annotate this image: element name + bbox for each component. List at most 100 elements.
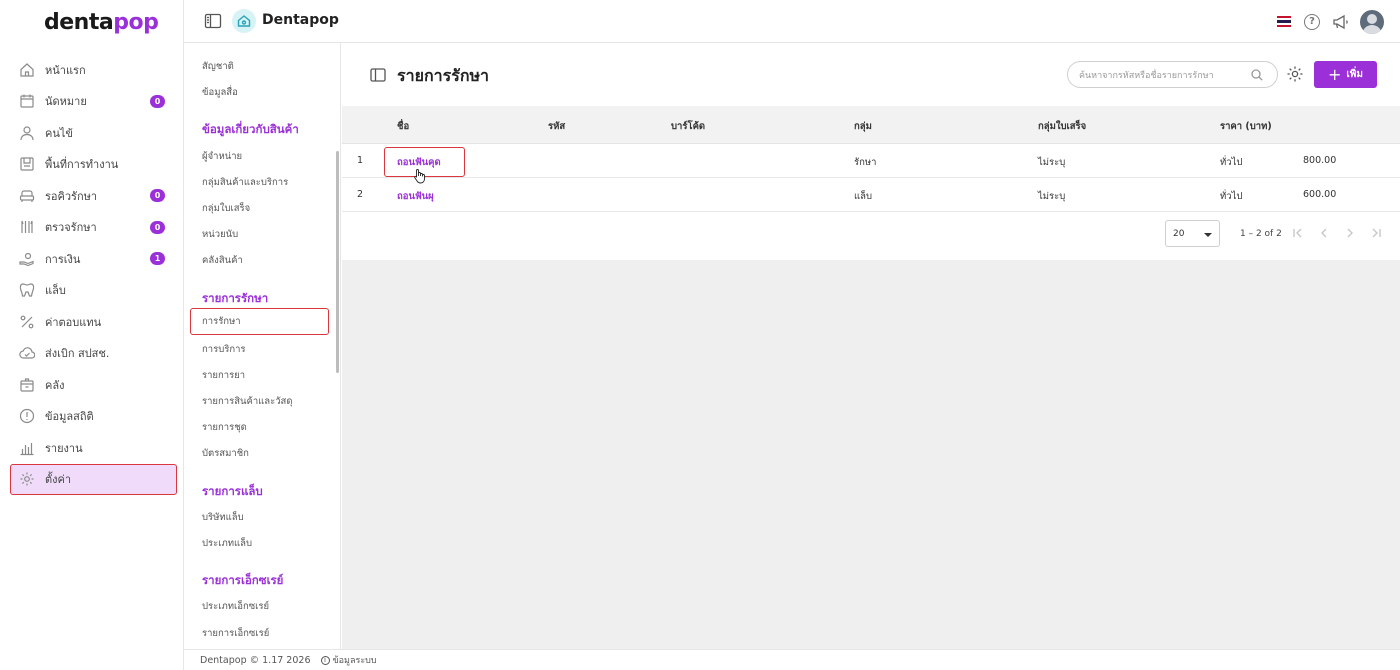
search-placeholder: ค้นหาจากรหัสหรือชื่อรายการรักษา <box>1079 70 1214 81</box>
nav-item-appointments[interactable]: นัดหมาย 0 <box>0 86 184 118</box>
cell-group: แล็บ <box>854 191 872 202</box>
first-page-icon[interactable] <box>1292 227 1304 239</box>
version-text: Dentapop © 1.17 2026 <box>200 654 311 666</box>
settings-subnav: สัญชาติ ข้อมูลสื่อ ข้อมูลเกี่ยวกับสินค้า… <box>184 43 341 649</box>
nav-item-home[interactable]: หน้าแรก <box>0 54 184 86</box>
calendar-icon <box>18 92 36 110</box>
subnav-item-warehouse[interactable]: คลังสินค้า <box>202 253 243 268</box>
clinic-name[interactable]: Dentapop <box>262 12 339 28</box>
add-button[interactable]: + เพิ่ม <box>1314 61 1377 88</box>
prev-page-icon[interactable] <box>1318 227 1330 239</box>
page-size-select[interactable]: 20 <box>1165 220 1220 247</box>
nav-item-reports[interactable]: รายงาน <box>0 432 184 464</box>
megaphone-icon[interactable] <box>1332 14 1350 30</box>
subnav-item-membership[interactable]: บัตรสมาชิก <box>202 446 249 461</box>
table-row[interactable]: 2 ถอนฟันผุ แล็บ ไม่ระบุ ทั่วไป 600.00 <box>342 178 1400 212</box>
row-number: 1 <box>357 155 364 166</box>
table-header: ชื่อ รหัส บาร์โค้ด กลุ่ม กลุ่มใบเสร็จ รา… <box>342 106 1400 144</box>
workspace-icon <box>18 155 36 173</box>
nav-label: ตั้งค่า <box>45 473 72 486</box>
panel-icon <box>370 67 386 82</box>
top-right-actions: ? <box>1277 0 1400 43</box>
top-bar: Dentapop ? <box>184 0 1400 43</box>
subnav-item-treatment-active[interactable]: การรักษา <box>190 308 329 335</box>
sidebar-toggle-icon[interactable] <box>204 12 222 30</box>
nav-item-statistics[interactable]: ข้อมูลสถิติ <box>0 401 184 433</box>
nav-label: ส่งเบิก สปสช. <box>45 347 110 361</box>
subnav-item-product-material[interactable]: รายการสินค้าและวัสดุ <box>202 394 293 409</box>
nav-item-treatment[interactable]: ตรวจรักษา 0 <box>0 212 184 244</box>
gear-icon <box>18 470 36 488</box>
count-badge: 0 <box>150 94 165 108</box>
search-icon[interactable] <box>1251 69 1263 81</box>
cell-receipt-group: ไม่ระบุ <box>1038 191 1066 202</box>
app-logo[interactable]: dentapop <box>44 10 159 35</box>
nav-label: รอคิวรักษา <box>45 189 98 203</box>
system-info-label: ข้อมูลระบบ <box>332 656 377 666</box>
dropdown-caret-icon <box>1204 233 1212 237</box>
system-info-link[interactable]: i ข้อมูลระบบ <box>320 653 377 667</box>
subnav-item-vendor[interactable]: ผู้จำหน่าย <box>202 149 242 164</box>
cash-icon <box>18 250 36 268</box>
subnav-item-media[interactable]: ข้อมูลสื่อ <box>202 85 238 100</box>
nav-label: การเงิน <box>45 252 81 266</box>
nav-item-lab[interactable]: แล็บ <box>0 275 184 307</box>
nav-label: แล็บ <box>45 284 66 298</box>
nav-item-inventory[interactable]: คลัง <box>0 369 184 401</box>
count-badge: 0 <box>150 189 165 202</box>
subnav-item-product-group[interactable]: กลุ่มสินค้าและบริการ <box>202 175 288 190</box>
last-page-icon[interactable] <box>1370 227 1382 239</box>
treatment-table: ชื่อ รหัส บาร์โค้ด กลุ่ม กลุ่มใบเสร็จ รา… <box>342 106 1400 260</box>
column-header-receipt-group[interactable]: กลุ่มใบเสร็จ <box>1038 119 1086 134</box>
subnav-item-unit[interactable]: หน่วยนับ <box>202 227 238 242</box>
help-icon[interactable]: ? <box>1304 13 1320 30</box>
cell-price: 600.00 <box>1303 189 1337 200</box>
subnav-item-lab-type[interactable]: ประเภทแล็บ <box>202 536 252 551</box>
person-icon <box>18 124 36 142</box>
column-header-group[interactable]: กลุ่ม <box>854 119 872 134</box>
box-icon <box>18 376 36 394</box>
nav-item-patients[interactable]: คนไข้ <box>0 117 184 149</box>
column-header-code[interactable]: รหัส <box>548 119 565 134</box>
sofa-icon <box>18 187 36 205</box>
subnav-item-xray-list[interactable]: รายการเอ็กซเรย์ <box>202 626 269 641</box>
cell-group: รักษา <box>854 157 877 168</box>
nav-label: พื้นที่การทำงาน <box>45 158 119 172</box>
thai-flag-icon[interactable] <box>1277 16 1291 27</box>
subnav-item-receipt-group[interactable]: กลุ่มใบเสร็จ <box>202 201 250 216</box>
nav-item-settings[interactable]: ตั้งค่า <box>10 463 177 495</box>
row-number: 2 <box>357 189 364 200</box>
table-pagination: 20 1 – 2 of 2 <box>342 216 1400 260</box>
info-icon: i <box>320 655 330 665</box>
column-header-price[interactable]: ราคา (บาท) <box>1220 119 1272 134</box>
next-page-icon[interactable] <box>1344 227 1356 239</box>
pagination-range: 1 – 2 of 2 <box>1240 229 1282 239</box>
subnav-item-drug-list[interactable]: รายการยา <box>202 368 245 383</box>
treatment-name-link[interactable]: ถอนฟันผุ <box>397 189 434 204</box>
app-root: dentapop หน้าแรก นัดหมาย 0 คนไข้ พื้นที่… <box>0 0 1400 670</box>
home-icon <box>18 61 36 79</box>
nav-item-compensation[interactable]: ค่าตอบแทน <box>0 306 184 338</box>
subnav-section-xray: รายการเอ็กซเรย์ <box>202 573 284 587</box>
subnav-item-nationality[interactable]: สัญชาติ <box>202 59 234 74</box>
column-header-barcode[interactable]: บาร์โค้ด <box>671 119 705 134</box>
table-settings-gear-icon[interactable] <box>1286 65 1304 83</box>
search-input[interactable]: ค้นหาจากรหัสหรือชื่อรายการรักษา <box>1067 61 1278 88</box>
subnav-item-lab-company[interactable]: บริษัทแล็บ <box>202 510 244 525</box>
subnav-scrollbar[interactable] <box>336 151 339 373</box>
subnav-item-service[interactable]: การบริการ <box>202 342 246 357</box>
nav-label: คลัง <box>45 378 65 392</box>
nav-item-queue[interactable]: รอคิวรักษา 0 <box>0 180 184 212</box>
main-nav: หน้าแรก นัดหมาย 0 คนไข้ พื้นที่การทำงาน … <box>0 54 184 495</box>
table-row[interactable]: 1 ถอนฟันคุด รักษา ไม่ระบุ ทั่วไป 800.00 <box>342 144 1400 184</box>
subnav-item-xray-type[interactable]: ประเภทเอ็กซเรย์ <box>202 599 269 614</box>
subnav-item-set-list[interactable]: รายการชุด <box>202 420 247 435</box>
subnav-section-treatment: รายการรักษา <box>202 291 269 305</box>
nav-item-workspace[interactable]: พื้นที่การทำงาน <box>0 149 184 181</box>
nav-item-finance[interactable]: การเงิน 1 <box>0 243 184 275</box>
column-header-name[interactable]: ชื่อ <box>397 119 409 134</box>
nav-item-nhso-claim[interactable]: ส่งเบิก สปสช. <box>0 338 184 370</box>
main-sidebar: dentapop หน้าแรก นัดหมาย 0 คนไข้ พื้นที่… <box>0 0 184 670</box>
user-avatar[interactable] <box>1360 9 1384 34</box>
nav-label: ค่าตอบแทน <box>45 315 102 329</box>
